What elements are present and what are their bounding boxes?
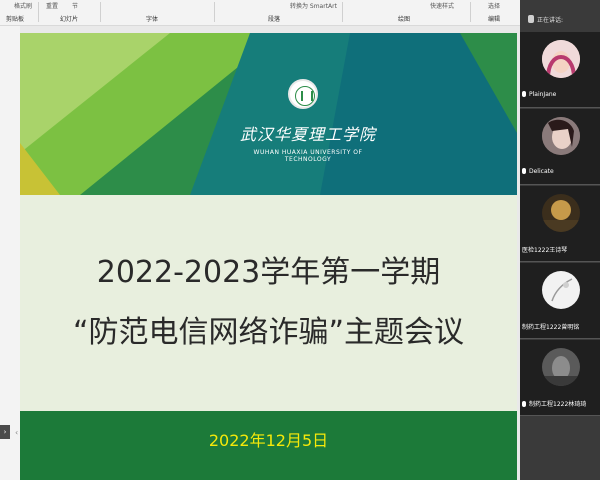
participant-name: 制药工程1222林琦琦 [522, 399, 600, 408]
participant-tile[interactable]: 医检1222王诗琴 [520, 186, 600, 262]
slide-title-line1: 2022-2023学年第一学期 [96, 255, 441, 290]
participant-tile[interactable]: PlainJane [520, 32, 600, 108]
participant-tile[interactable]: 制药工程1222曾明铭 [520, 263, 600, 339]
microphone-icon [522, 91, 526, 97]
screen: 格式刷 重置 节 转换为 SmartArt 快速样式 选择 剪贴板 幻灯片 字体… [0, 0, 600, 480]
participants-panel: 正在讲话: PlainJane Delicate 医检1222王诗琴 制药工程1 [520, 0, 600, 480]
quick-style-button[interactable]: 快速样式 [430, 1, 454, 10]
chevron-left-icon[interactable]: ‹ [15, 428, 18, 437]
school-name-english: WUHAN HUAXIA UNIVERSITY OF TECHNOLOGY [253, 149, 363, 163]
clipboard-group-label: 剪贴板 [6, 16, 25, 23]
speaking-indicator: 正在讲话: [520, 12, 600, 28]
avatar [542, 40, 580, 78]
slides-group-label: 幻灯片 [60, 16, 79, 23]
ribbon-divider [38, 2, 39, 22]
ribbon-divider [100, 2, 101, 22]
participant-tile[interactable]: Delicate [520, 109, 600, 185]
participant-name: 医检1222王诗琴 [522, 247, 568, 254]
avatar [542, 348, 580, 386]
editing-group-label: 编辑 [488, 16, 501, 23]
ribbon-toolbar: 格式刷 重置 节 转换为 SmartArt 快速样式 选择 剪贴板 幻灯片 字体… [0, 0, 520, 26]
ribbon-divider [470, 2, 471, 22]
avatar [542, 271, 580, 309]
ribbon-buttons-row: 格式刷 重置 节 转换为 SmartArt 快速样式 选择 [0, 0, 520, 11]
microphone-icon [522, 401, 526, 407]
microphone-icon [528, 15, 534, 23]
font-group-label: 字体 [146, 16, 159, 23]
ribbon-divider [342, 2, 343, 22]
ribbon-group-labels: 剪贴板 幻灯片 字体 段落 绘图 编辑 [0, 12, 520, 24]
section-button[interactable]: 节 [72, 1, 78, 10]
presentation-slide[interactable]: 武汉华夏理工学院 WUHAN HUAXIA UNIVERSITY OF TECH… [20, 33, 517, 480]
reset-button[interactable]: 重置 [46, 1, 58, 10]
paragraph-group-label: 段落 [268, 16, 281, 23]
avatar [542, 117, 580, 155]
participant-tile[interactable]: 制药工程1222林琦琦 [520, 340, 600, 416]
slide-title-line2: “防范电信网络诈骗”主题会议 [72, 315, 465, 350]
participant-name: PlainJane [522, 91, 600, 98]
participant-name: 制药工程1222曾明铭 [522, 324, 580, 331]
format-painter-button[interactable]: 格式刷 [14, 1, 32, 10]
select-button[interactable]: 选择 [488, 1, 500, 10]
collapse-panel-button[interactable]: › [0, 425, 10, 439]
speaking-label: 正在讲话: [537, 17, 564, 24]
slide-banner: 武汉华夏理工学院 WUHAN HUAXIA UNIVERSITY OF TECH… [20, 33, 517, 195]
avatar [542, 194, 580, 232]
school-logo: 武汉华夏理工学院 WUHAN HUAXIA UNIVERSITY OF TECH… [233, 77, 383, 167]
drawing-group-label: 绘图 [398, 16, 411, 23]
slide-date: 2022年12月5日 [208, 431, 329, 450]
school-name-chinese: 武汉华夏理工学院 [239, 125, 376, 144]
microphone-icon [522, 168, 526, 174]
school-emblem-icon [288, 79, 318, 109]
participant-name: Delicate [522, 168, 600, 175]
slide-thumbnail-gutter [0, 26, 20, 480]
ribbon-divider [214, 2, 215, 22]
smartart-button[interactable]: 转换为 SmartArt [290, 1, 337, 10]
